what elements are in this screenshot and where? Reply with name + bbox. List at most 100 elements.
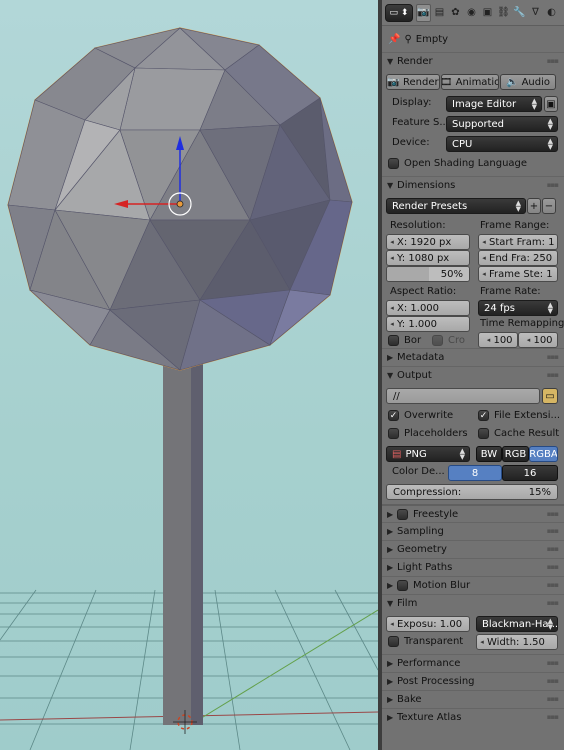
render-button[interactable]: 📷 Render <box>386 74 440 90</box>
border-checkbox[interactable]: Bor <box>388 335 421 346</box>
object-icon[interactable]: ▣ <box>480 4 495 22</box>
panel-geometry-header[interactable]: ▶ Geometry ▪▪▪ <box>382 540 564 558</box>
expanded-arrow-icon: ▼ <box>387 599 394 608</box>
panel-bake-header[interactable]: ▶ Bake ▪▪▪ <box>382 690 564 708</box>
grip-icon[interactable]: ▪▪▪ <box>547 181 559 189</box>
scene-icon[interactable]: ✿ <box>448 4 463 22</box>
collapsed-arrow-icon: ▶ <box>387 527 394 536</box>
panel-title: Film <box>397 598 418 609</box>
overwrite-checkbox[interactable]: ✓ Overwrite <box>388 410 453 421</box>
render-layers-icon[interactable]: ▤ <box>432 4 447 22</box>
feature-set-dropdown[interactable]: Supported ▲ ▼ <box>446 116 558 132</box>
modifiers-icon[interactable]: 🔧 <box>512 4 527 22</box>
resolution-percent-slider[interactable]: 50% <box>386 266 470 282</box>
crop-checkbox[interactable]: Cro <box>432 335 465 346</box>
audio-button[interactable]: 🔈 Audio <box>500 74 556 90</box>
device-dropdown[interactable]: CPU ▲ ▼ <box>446 136 558 152</box>
color-bw-button[interactable]: BW <box>476 446 502 462</box>
filter-width-field[interactable]: ◂ Width: 1.50 <box>476 634 558 650</box>
color-rgb-button[interactable]: RGB <box>502 446 529 462</box>
panel-title: Dimensions <box>397 180 456 191</box>
color-depth-8-button[interactable]: 8 <box>448 465 502 481</box>
constraints-icon[interactable]: ⛓ <box>496 4 511 22</box>
grip-icon[interactable]: ▪▪▪ <box>547 527 559 535</box>
file-extensions-checkbox[interactable]: ✓ File Extensi... <box>478 410 560 421</box>
grip-icon[interactable]: ▪▪▪ <box>547 545 559 553</box>
placeholders-checkbox[interactable]: Placeholders <box>388 428 468 439</box>
panel-title: Render <box>397 56 433 67</box>
pin-icon[interactable]: 📌 <box>388 34 400 45</box>
data-icon[interactable]: ∇ <box>528 4 543 22</box>
aspect-y-field[interactable]: ◂ Y: 1.000 <box>386 316 470 332</box>
osl-checkbox[interactable]: Open Shading Language <box>388 158 527 169</box>
resolution-y-field[interactable]: ◂ Y: 1080 px <box>386 250 470 266</box>
panel-texture-atlas-header[interactable]: ▶ Texture Atlas ▪▪▪ <box>382 708 564 726</box>
panel-metadata-header[interactable]: ▶ Metadata ▪▪▪ <box>382 348 564 366</box>
frame-rate-dropdown[interactable]: 24 fps ▲ ▼ <box>478 300 558 316</box>
panel-performance-header[interactable]: ▶ Performance ▪▪▪ <box>382 654 564 672</box>
editor-type-button[interactable]: ▭ ⬍ <box>385 3 413 22</box>
grip-icon[interactable]: ▪▪▪ <box>547 659 559 667</box>
panel-post-processing-header[interactable]: ▶ Post Processing ▪▪▪ <box>382 672 564 690</box>
resolution-x-field[interactable]: ◂ X: 1920 px <box>386 234 470 250</box>
scene-canvas[interactable] <box>0 0 378 750</box>
frame-step-field[interactable]: ◂ Frame Ste: 1 <box>478 266 558 282</box>
grip-icon[interactable]: ▪▪▪ <box>547 371 559 379</box>
breadcrumb: 📌 ⚲ Empty <box>382 26 564 52</box>
collapsed-arrow-icon: ▶ <box>387 545 394 554</box>
checkbox-icon[interactable] <box>397 580 408 591</box>
texture-icon[interactable]: ◐ <box>544 4 559 22</box>
panel-title: Output <box>397 370 432 381</box>
world-icon[interactable]: ◉ <box>464 4 479 22</box>
render-icon[interactable]: 📷 <box>416 3 431 22</box>
grip-icon[interactable]: ▪▪▪ <box>547 581 559 589</box>
color-depth-label: Color De... <box>392 466 445 477</box>
panel-dimensions-header[interactable]: ▼ Dimensions ▪▪▪ <box>382 176 564 194</box>
panel-title: Post Processing <box>397 676 475 687</box>
remap-new-field[interactable]: ◂ 100 <box>518 332 558 348</box>
grip-icon[interactable]: ▪▪▪ <box>547 713 559 721</box>
grip-icon[interactable]: ▪▪▪ <box>547 510 559 518</box>
checkmark-icon: ✓ <box>388 410 399 421</box>
animation-button[interactable]: 🎞 Animatio <box>441 74 499 90</box>
color-depth-16-button[interactable]: 16 <box>502 465 558 481</box>
aspect-ratio-label: Aspect Ratio: <box>390 286 457 297</box>
render-presets-dropdown[interactable]: Render Presets ▲ ▼ <box>386 198 526 214</box>
display-dropdown[interactable]: Image Editor ▲ ▼ <box>446 96 542 112</box>
grip-icon[interactable]: ▪▪▪ <box>547 677 559 685</box>
grip-icon[interactable]: ▪▪▪ <box>547 353 559 361</box>
3d-viewport[interactable] <box>0 0 378 750</box>
aspect-x-field[interactable]: ◂ X: 1.000 <box>386 300 470 316</box>
exposure-field[interactable]: ◂ Exposu: 1.00 <box>386 616 470 632</box>
remove-preset-icon[interactable]: − <box>542 198 556 214</box>
panel-film-header[interactable]: ▼ Film ▪▪▪ <box>382 594 564 612</box>
panel-title: Geometry <box>397 544 447 555</box>
checkbox-icon[interactable] <box>397 508 408 520</box>
checkbox-icon <box>388 335 399 346</box>
collapsed-arrow-icon: ▶ <box>387 509 394 519</box>
properties-header: ▭ ⬍ 📷 ▤ ✿ ◉ ▣ ⛓ 🔧 ∇ ◐ <box>382 0 564 26</box>
transparent-checkbox[interactable]: Transparent <box>388 636 463 647</box>
grip-icon[interactable]: ▪▪▪ <box>547 695 559 703</box>
pixel-filter-dropdown[interactable]: Blackman-Ha... ▲ ▼ <box>476 616 558 632</box>
output-path-field[interactable]: // <box>386 388 540 404</box>
display-window-icon[interactable]: ▣ <box>544 96 558 112</box>
color-rgba-button[interactable]: RGBA <box>529 446 558 462</box>
grip-icon[interactable]: ▪▪▪ <box>547 57 559 65</box>
add-preset-icon[interactable]: + <box>527 198 541 214</box>
cache-result-checkbox[interactable]: Cache Result <box>478 428 559 439</box>
file-format-dropdown[interactable]: ▤ PNG ▲ ▼ <box>386 446 470 462</box>
panel-motion-blur-header[interactable]: ▶ Motion Blur ▪▪▪ <box>382 576 564 594</box>
compression-slider[interactable]: Compression: 15% <box>386 484 558 500</box>
panel-sampling-header[interactable]: ▶ Sampling ▪▪▪ <box>382 522 564 540</box>
panel-light-paths-header[interactable]: ▶ Light Paths ▪▪▪ <box>382 558 564 576</box>
remap-old-field[interactable]: ◂ 100 <box>478 332 518 348</box>
grip-icon[interactable]: ▪▪▪ <box>547 563 559 571</box>
panel-render-header[interactable]: ▼ Render ▪▪▪ <box>382 52 564 70</box>
panel-output-header[interactable]: ▼ Output ▪▪▪ <box>382 366 564 384</box>
grip-icon[interactable]: ▪▪▪ <box>547 599 559 607</box>
frame-end-field[interactable]: ◂ End Fra: 250 <box>478 250 558 266</box>
frame-start-field[interactable]: ◂ Start Fram: 1 <box>478 234 558 250</box>
folder-icon[interactable]: ▭ <box>542 388 558 404</box>
panel-freestyle-header[interactable]: ▶ Freestyle ▪▪▪ <box>382 504 564 522</box>
